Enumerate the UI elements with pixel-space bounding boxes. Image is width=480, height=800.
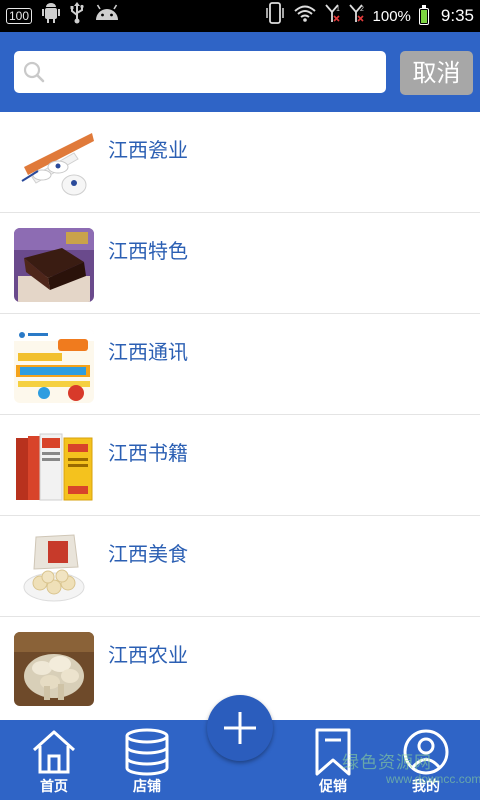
- add-button[interactable]: [207, 695, 273, 761]
- search-icon: [23, 61, 45, 83]
- list-item-label: 江西通讯: [108, 340, 188, 364]
- battery-icon: [418, 4, 429, 25]
- android-icon: [94, 4, 120, 28]
- telecom-thumbnail: [14, 329, 94, 403]
- list-item[interactable]: 江西特色: [0, 213, 480, 314]
- svg-text:1: 1: [336, 6, 340, 13]
- list-item[interactable]: 江西瓷业: [0, 112, 480, 213]
- category-list: 江西瓷业 江西特色 江西通讯 江西书籍 江西美食 江西农业: [0, 112, 480, 718]
- nav-shop[interactable]: 店铺: [107, 720, 187, 800]
- home-icon: [32, 730, 76, 774]
- list-item-label: 江西美食: [108, 542, 188, 566]
- nav-promotion[interactable]: 促销: [293, 720, 373, 800]
- nav-home[interactable]: 首页: [14, 720, 94, 800]
- list-item[interactable]: 江西美食: [0, 516, 480, 617]
- vibrate-icon: [265, 2, 285, 30]
- battery-percent: 100%: [372, 7, 411, 25]
- list-item[interactable]: 江西书籍: [0, 415, 480, 516]
- badge-100-icon: 100: [6, 8, 33, 24]
- plus-icon: [224, 712, 256, 744]
- user-icon: [403, 729, 449, 775]
- list-item-label: 江西书籍: [108, 441, 188, 465]
- usb-icon: [70, 2, 84, 30]
- clock: 9:35: [440, 6, 474, 25]
- signal-2-icon: 2: [348, 3, 365, 29]
- status-bar: 100 1 2 100% 9:35: [0, 0, 480, 32]
- list-item[interactable]: 江西通讯: [0, 314, 480, 415]
- nav-mine[interactable]: 我的: [386, 720, 466, 800]
- list-item-label: 江西农业: [108, 643, 188, 667]
- search-input[interactable]: [54, 51, 379, 93]
- nav-home-label: 首页: [40, 779, 68, 795]
- ceramics-thumbnail: [14, 127, 94, 201]
- cancel-button[interactable]: 取消: [400, 51, 473, 95]
- search-header: 取消: [0, 32, 480, 112]
- specialty-thumbnail: [14, 228, 94, 302]
- database-icon: [125, 728, 169, 776]
- android-debug-icon: [42, 3, 61, 29]
- nav-promotion-label: 促销: [319, 779, 347, 795]
- svg-text:2: 2: [360, 6, 364, 13]
- signal-1-icon: 1: [324, 3, 341, 29]
- bookmark-icon: [315, 728, 351, 776]
- nav-shop-label: 店铺: [133, 779, 161, 795]
- agriculture-thumbnail: [14, 632, 94, 706]
- food-thumbnail: [14, 531, 94, 605]
- list-item-label: 江西特色: [108, 239, 188, 263]
- wifi-icon: [293, 3, 317, 29]
- list-item-label: 江西瓷业: [108, 138, 188, 162]
- status-bar-notifications: 100: [6, 2, 120, 30]
- search-box[interactable]: [14, 51, 386, 93]
- nav-mine-label: 我的: [412, 779, 440, 795]
- books-thumbnail: [14, 430, 94, 504]
- status-bar-system: 1 2 100% 9:35: [265, 2, 474, 30]
